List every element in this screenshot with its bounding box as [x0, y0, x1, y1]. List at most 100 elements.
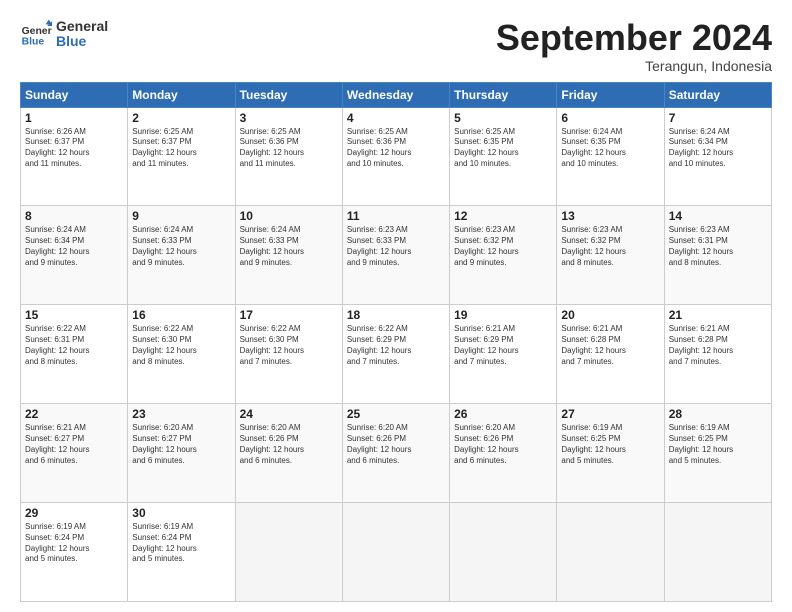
- day-number: 5: [454, 111, 552, 125]
- day-number: 28: [669, 407, 767, 421]
- calendar-cell: 6 Sunrise: 6:24 AM Sunset: 6:35 PM Daylig…: [557, 107, 664, 206]
- cell-info: Sunrise: 6:22 AM Sunset: 6:29 PM Dayligh…: [347, 324, 445, 367]
- day-number: 12: [454, 209, 552, 223]
- cell-info: Sunrise: 6:22 AM Sunset: 6:31 PM Dayligh…: [25, 324, 123, 367]
- calendar-cell: 7 Sunrise: 6:24 AM Sunset: 6:34 PM Daylig…: [664, 107, 771, 206]
- day-number: 7: [669, 111, 767, 125]
- column-header-saturday: Saturday: [664, 82, 771, 107]
- cell-info: Sunrise: 6:24 AM Sunset: 6:35 PM Dayligh…: [561, 127, 659, 170]
- calendar-cell: 4 Sunrise: 6:25 AM Sunset: 6:36 PM Daylig…: [342, 107, 449, 206]
- calendar-cell: 3Sunrise: 6:25 AM Sunset: 6:36 PM Daylig…: [235, 107, 342, 206]
- cell-info: Sunrise: 6:22 AM Sunset: 6:30 PM Dayligh…: [132, 324, 230, 367]
- column-header-friday: Friday: [557, 82, 664, 107]
- calendar-cell: [557, 503, 664, 602]
- cell-info: Sunrise: 6:25 AM Sunset: 6:36 PM Dayligh…: [347, 127, 445, 170]
- day-number: 26: [454, 407, 552, 421]
- day-number: 2: [132, 111, 230, 125]
- cell-info: Sunrise: 6:26 AM Sunset: 6:37 PM Dayligh…: [25, 127, 123, 170]
- calendar-cell: 13 Sunrise: 6:23 AM Sunset: 6:32 PM Dayli…: [557, 206, 664, 305]
- column-header-tuesday: Tuesday: [235, 82, 342, 107]
- cell-info: Sunrise: 6:19 AM Sunset: 6:25 PM Dayligh…: [561, 423, 659, 466]
- day-number: 3: [240, 111, 338, 125]
- cell-info: Sunrise: 6:20 AM Sunset: 6:26 PM Dayligh…: [240, 423, 338, 466]
- cell-info: Sunrise: 6:20 AM Sunset: 6:26 PM Dayligh…: [347, 423, 445, 466]
- day-number: 14: [669, 209, 767, 223]
- svg-text:Blue: Blue: [22, 36, 45, 47]
- day-number: 6: [561, 111, 659, 125]
- calendar-cell: 11Sunrise: 6:23 AM Sunset: 6:33 PM Dayli…: [342, 206, 449, 305]
- calendar-cell: 27 Sunrise: 6:19 AM Sunset: 6:25 PM Dayli…: [557, 404, 664, 503]
- calendar-cell: 25 Sunrise: 6:20 AM Sunset: 6:26 PM Dayli…: [342, 404, 449, 503]
- logo-line2: Blue: [56, 34, 108, 49]
- cell-info: Sunrise: 6:19 AM Sunset: 6:24 PM Dayligh…: [132, 522, 230, 565]
- calendar-cell: 12 Sunrise: 6:23 AM Sunset: 6:32 PM Dayli…: [450, 206, 557, 305]
- calendar-cell: 2 Sunrise: 6:25 AM Sunset: 6:37 PM Daylig…: [128, 107, 235, 206]
- day-number: 13: [561, 209, 659, 223]
- calendar-cell: 14 Sunrise: 6:23 AM Sunset: 6:31 PM Dayli…: [664, 206, 771, 305]
- calendar-cell: [450, 503, 557, 602]
- day-number: 19: [454, 308, 552, 322]
- calendar-cell: 29Sunrise: 6:19 AM Sunset: 6:24 PM Dayli…: [21, 503, 128, 602]
- cell-info: Sunrise: 6:25 AM Sunset: 6:35 PM Dayligh…: [454, 127, 552, 170]
- calendar-cell: 8Sunrise: 6:24 AM Sunset: 6:34 PM Daylig…: [21, 206, 128, 305]
- cell-info: Sunrise: 6:24 AM Sunset: 6:34 PM Dayligh…: [25, 225, 123, 268]
- cell-info: Sunrise: 6:23 AM Sunset: 6:33 PM Dayligh…: [347, 225, 445, 268]
- day-number: 23: [132, 407, 230, 421]
- day-number: 1: [25, 111, 123, 125]
- day-number: 4: [347, 111, 445, 125]
- title-block: September 2024 Terangun, Indonesia: [496, 18, 772, 74]
- day-number: 25: [347, 407, 445, 421]
- month-title: September 2024: [496, 18, 772, 58]
- cell-info: Sunrise: 6:22 AM Sunset: 6:30 PM Dayligh…: [240, 324, 338, 367]
- day-number: 21: [669, 308, 767, 322]
- week-row-4: 22Sunrise: 6:21 AM Sunset: 6:27 PM Dayli…: [21, 404, 772, 503]
- calendar-cell: 26 Sunrise: 6:20 AM Sunset: 6:26 PM Dayli…: [450, 404, 557, 503]
- cell-info: Sunrise: 6:23 AM Sunset: 6:32 PM Dayligh…: [561, 225, 659, 268]
- calendar-cell: 1 Sunrise: 6:26 AM Sunset: 6:37 PM Daylig…: [21, 107, 128, 206]
- column-header-wednesday: Wednesday: [342, 82, 449, 107]
- week-row-5: 29 Sunrise: 6:19 AM Sunset: 6:24 PM Dayli…: [21, 503, 772, 602]
- logo-line1: General: [56, 19, 108, 34]
- cell-info: Sunrise: 6:24 AM Sunset: 6:33 PM Dayligh…: [240, 225, 338, 268]
- calendar-cell: 5 Sunrise: 6:25 AM Sunset: 6:35 PM Daylig…: [450, 107, 557, 206]
- logo-icon: General Blue: [20, 18, 52, 50]
- cell-info: Sunrise: 6:21 AM Sunset: 6:28 PM Dayligh…: [669, 324, 767, 367]
- calendar-cell: 23 Sunrise: 6:20 AM Sunset: 6:27 PM Dayli…: [128, 404, 235, 503]
- day-number: 29: [25, 506, 123, 520]
- page: General Blue General Blue September 2024…: [0, 0, 792, 612]
- cell-info: Sunrise: 6:24 AM Sunset: 6:33 PM Dayligh…: [132, 225, 230, 268]
- header: General Blue General Blue September 2024…: [20, 18, 772, 74]
- location-subtitle: Terangun, Indonesia: [496, 58, 772, 74]
- day-number: 16: [132, 308, 230, 322]
- cell-info: Sunrise: 6:23 AM Sunset: 6:31 PM Dayligh…: [669, 225, 767, 268]
- day-number: 10: [240, 209, 338, 223]
- calendar-cell: 21 Sunrise: 6:21 AM Sunset: 6:28 PM Dayli…: [664, 305, 771, 404]
- calendar-cell: [235, 503, 342, 602]
- calendar-cell: 9Sunrise: 6:24 AM Sunset: 6:33 PM Daylig…: [128, 206, 235, 305]
- column-header-monday: Monday: [128, 82, 235, 107]
- day-number: 17: [240, 308, 338, 322]
- logo: General Blue General Blue: [20, 18, 108, 50]
- week-row-1: 1 Sunrise: 6:26 AM Sunset: 6:37 PM Daylig…: [21, 107, 772, 206]
- cell-info: Sunrise: 6:20 AM Sunset: 6:26 PM Dayligh…: [454, 423, 552, 466]
- svg-text:General: General: [22, 26, 52, 37]
- cell-info: Sunrise: 6:20 AM Sunset: 6:27 PM Dayligh…: [132, 423, 230, 466]
- calendar-cell: [664, 503, 771, 602]
- column-header-thursday: Thursday: [450, 82, 557, 107]
- calendar-cell: [342, 503, 449, 602]
- week-row-2: 8Sunrise: 6:24 AM Sunset: 6:34 PM Daylig…: [21, 206, 772, 305]
- cell-info: Sunrise: 6:21 AM Sunset: 6:29 PM Dayligh…: [454, 324, 552, 367]
- week-row-3: 15 Sunrise: 6:22 AM Sunset: 6:31 PM Dayli…: [21, 305, 772, 404]
- cell-info: Sunrise: 6:23 AM Sunset: 6:32 PM Dayligh…: [454, 225, 552, 268]
- calendar-cell: 30 Sunrise: 6:19 AM Sunset: 6:24 PM Dayli…: [128, 503, 235, 602]
- calendar-cell: 17 Sunrise: 6:22 AM Sunset: 6:30 PM Dayli…: [235, 305, 342, 404]
- day-number: 24: [240, 407, 338, 421]
- cell-info: Sunrise: 6:24 AM Sunset: 6:34 PM Dayligh…: [669, 127, 767, 170]
- day-number: 27: [561, 407, 659, 421]
- calendar-cell: 28Sunrise: 6:19 AM Sunset: 6:25 PM Dayli…: [664, 404, 771, 503]
- day-number: 15: [25, 308, 123, 322]
- day-number: 22: [25, 407, 123, 421]
- day-number: 30: [132, 506, 230, 520]
- calendar-cell: 20Sunrise: 6:21 AM Sunset: 6:28 PM Dayli…: [557, 305, 664, 404]
- cell-info: Sunrise: 6:25 AM Sunset: 6:37 PM Dayligh…: [132, 127, 230, 170]
